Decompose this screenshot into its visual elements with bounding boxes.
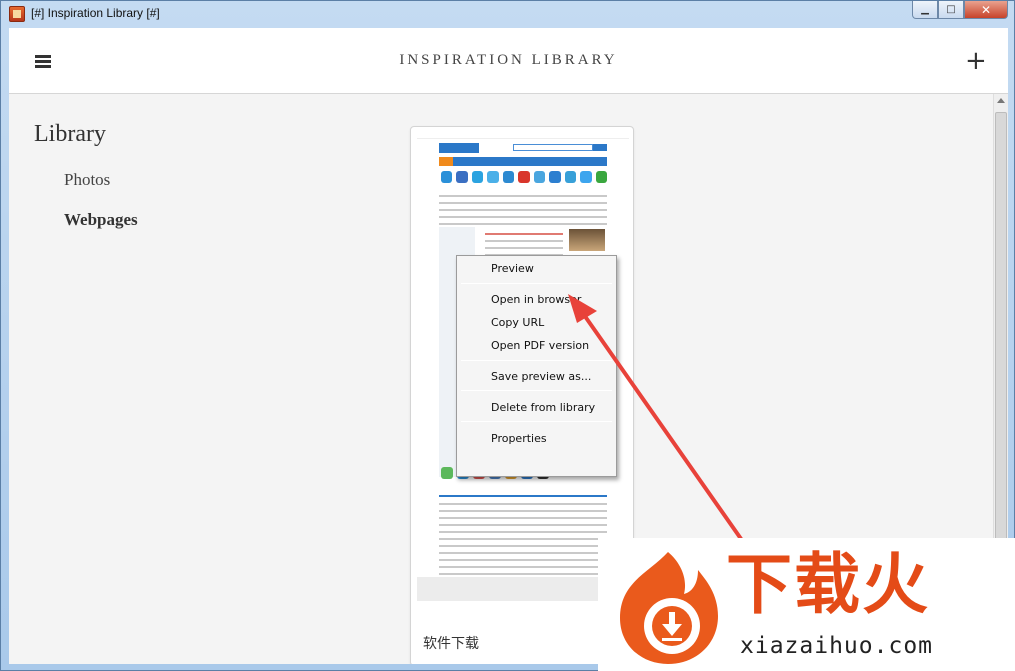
add-button[interactable]: +	[965, 48, 987, 74]
flame-logo-icon	[620, 552, 718, 664]
scroll-up-icon[interactable]	[997, 98, 1005, 103]
app-icon	[9, 6, 25, 22]
menu-item-copy-url[interactable]: Copy URL	[457, 312, 616, 334]
menu-item-open-pdf[interactable]: Open PDF version	[457, 335, 616, 357]
menu-item-open-in-browser[interactable]: Open in browser	[457, 289, 616, 311]
minimize-button[interactable]: ▁	[912, 1, 938, 19]
sidebar-item-photos[interactable]: Photos	[64, 170, 110, 190]
menu-separator	[461, 390, 612, 391]
close-icon: ✕	[980, 2, 992, 17]
menu-separator	[461, 283, 612, 284]
minimize-icon: ▁	[921, 4, 929, 15]
card-caption: 软件下载	[423, 636, 479, 652]
app-title: INSPIRATION LIBRARY	[399, 52, 618, 68]
app-header: INSPIRATION LIBRARY +	[9, 28, 1008, 94]
menu-separator	[461, 421, 612, 422]
menu-item-preview[interactable]: Preview	[457, 258, 616, 280]
menu-item-delete[interactable]: Delete from library	[457, 397, 616, 419]
menu-separator	[461, 360, 612, 361]
close-button[interactable]: ✕	[964, 1, 1008, 19]
menu-item-properties[interactable]: Properties	[457, 428, 616, 450]
watermark: 下载火 xiazaihuo.com	[598, 538, 1015, 671]
menu-item-save-preview[interactable]: Save preview as...	[457, 366, 616, 388]
maximize-icon: □	[946, 4, 956, 15]
sidebar-item-webpages[interactable]: Webpages	[64, 210, 138, 230]
sidebar: Library Photos Webpages	[9, 94, 209, 664]
window-controls: ▁ □ ✕	[912, 1, 1008, 19]
watermark-url: xiazaihuo.com	[740, 633, 934, 659]
watermark-brand: 下载火	[726, 546, 930, 623]
sidebar-heading: Library	[34, 121, 106, 147]
window-title: [#] Inspiration Library [#]	[31, 6, 160, 20]
context-menu: Preview Open in browser Copy URL Open PD…	[456, 255, 617, 477]
maximize-button[interactable]: □	[938, 1, 964, 19]
title-bar[interactable]: [#] Inspiration Library [#] ▁ □ ✕	[1, 1, 1014, 27]
